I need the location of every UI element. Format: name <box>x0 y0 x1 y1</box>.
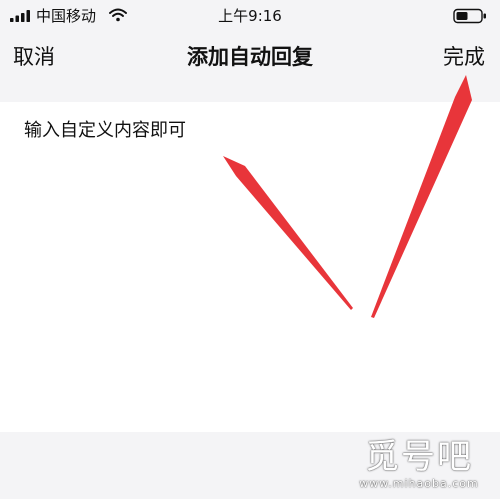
battery-icon <box>453 8 486 24</box>
done-button[interactable]: 完成 <box>443 44 485 70</box>
status-bar: 中国移动 上午9:16 <box>0 0 500 32</box>
site-watermark: 觅号吧 www.mihaoba.com <box>344 437 494 499</box>
watermark-url: www.mihaoba.com <box>359 477 479 490</box>
status-time: 上午9:16 <box>218 7 282 25</box>
watermark-logo-text: 觅号吧 <box>365 437 473 477</box>
navigation-bar: 取消 添加自动回复 完成 <box>0 32 500 80</box>
reply-text-area[interactable]: 输入自定义内容即可 <box>0 102 500 432</box>
section-separator <box>0 80 500 102</box>
page-title: 添加自动回复 <box>187 45 313 69</box>
editor-text[interactable]: 输入自定义内容即可 <box>24 119 186 143</box>
